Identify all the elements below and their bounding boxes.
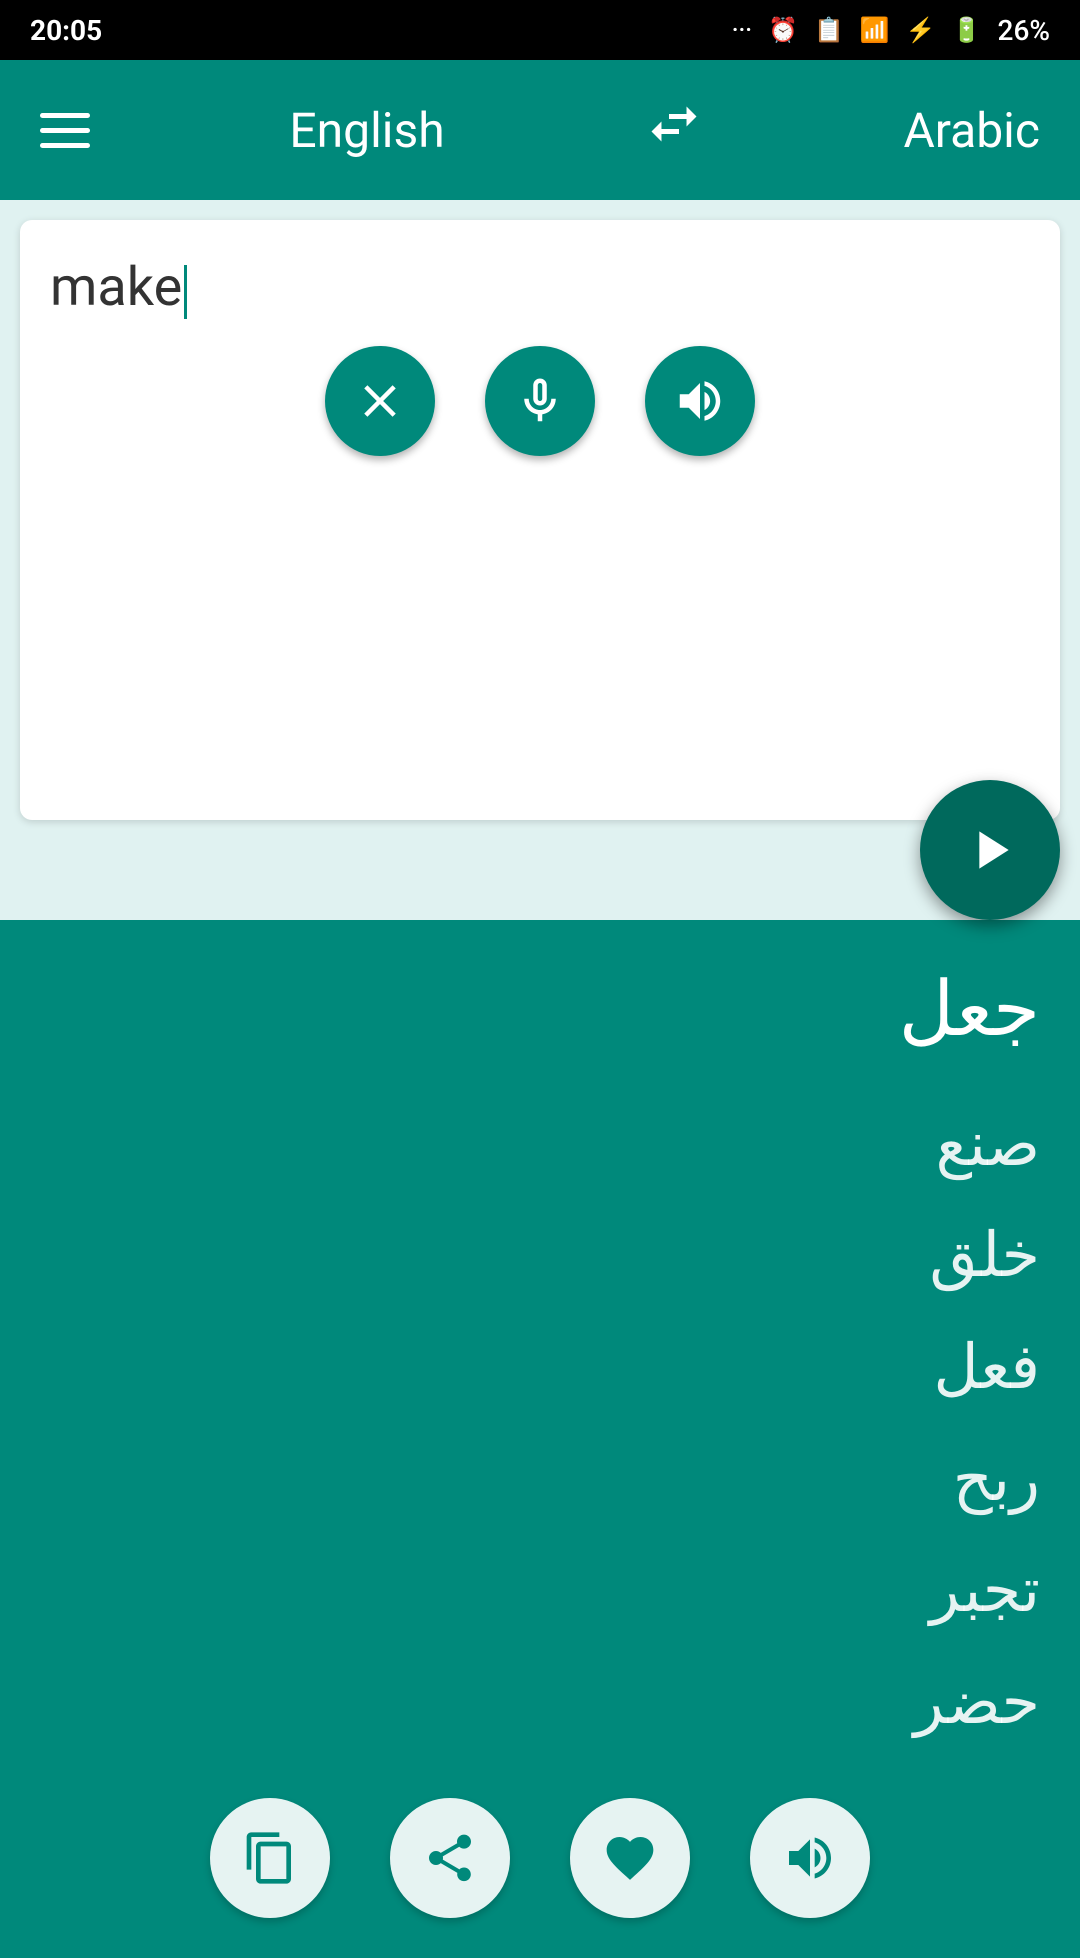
status-time: 20:05 <box>30 14 102 47</box>
battery-percent: 26% <box>998 14 1050 47</box>
translation-2: خلق <box>40 1200 1040 1312</box>
input-action-bar <box>50 346 1030 456</box>
copy-button[interactable] <box>210 1798 330 1918</box>
translation-5: تجبر <box>40 1535 1040 1647</box>
alarm-icon: ⏰ <box>768 16 798 44</box>
top-nav: English Arabic <box>0 60 1080 200</box>
primary-translation: جعل <box>40 960 1040 1059</box>
main-content: make <box>0 200 1080 1920</box>
translation-6: حضر <box>40 1647 1040 1759</box>
output-action-bar <box>40 1758 1040 1958</box>
secondary-translations: صنع خلق فعل ربح تجبر حضر <box>40 1089 1040 1759</box>
source-language[interactable]: English <box>289 102 444 159</box>
output-text-area: جعل صنع خلق فعل ربح تجبر حضر <box>40 960 1040 1758</box>
output-speaker-button[interactable] <box>750 1798 870 1918</box>
battery-icon: 🔋 <box>952 16 982 44</box>
text-cursor <box>184 265 187 319</box>
share-button[interactable] <box>390 1798 510 1918</box>
output-panel: جعل صنع خلق فعل ربح تجبر حضر <box>0 920 1080 1958</box>
status-bar: 20:05 ··· ⏰ 📋 📶 ⚡ 🔋 26% <box>0 0 1080 60</box>
translate-button[interactable] <box>920 780 1060 920</box>
translate-btn-wrapper <box>0 780 1080 920</box>
favorite-button[interactable] <box>570 1798 690 1918</box>
swap-languages-button[interactable] <box>644 94 704 167</box>
signal-icon: 📶 <box>860 16 890 44</box>
translation-1: صنع <box>40 1089 1040 1201</box>
dots-icon: ··· <box>732 16 752 44</box>
input-speaker-button[interactable] <box>645 346 755 456</box>
target-language[interactable]: Arabic <box>903 102 1040 159</box>
clear-button[interactable] <box>325 346 435 456</box>
input-panel: make <box>20 220 1060 820</box>
translation-4: ربح <box>40 1424 1040 1536</box>
status-icons: ··· ⏰ 📋 📶 ⚡ 🔋 26% <box>732 14 1050 47</box>
translation-3: فعل <box>40 1312 1040 1424</box>
input-text-display: make <box>50 256 182 319</box>
menu-button[interactable] <box>40 113 90 148</box>
bolt-icon: ⚡ <box>906 16 936 44</box>
microphone-button[interactable] <box>485 346 595 456</box>
sim-icon: 📋 <box>814 16 844 44</box>
